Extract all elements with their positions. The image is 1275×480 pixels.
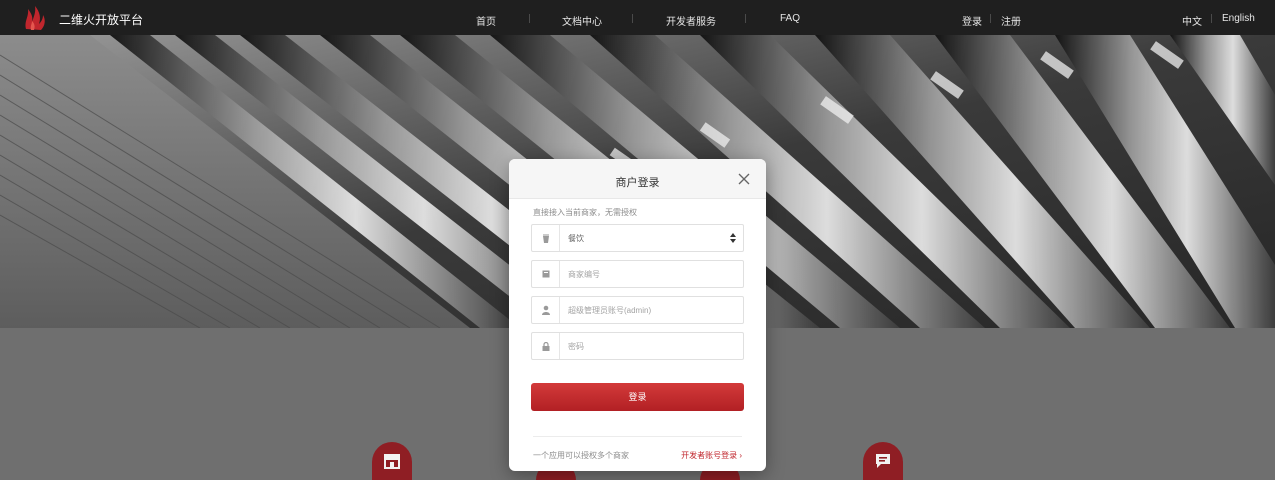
footer-divider xyxy=(533,436,742,437)
nav-login[interactable]: 登录 xyxy=(962,13,982,28)
login-button[interactable]: 登录 xyxy=(531,383,744,411)
message-icon[interactable] xyxy=(863,442,903,480)
footer-note: 一个应用可以授权多个商家 xyxy=(533,451,629,460)
store-icon[interactable] xyxy=(372,442,412,480)
logo-flame-icon[interactable] xyxy=(20,3,50,33)
merchant-id-field[interactable] xyxy=(531,260,744,288)
admin-account-input[interactable] xyxy=(568,302,738,318)
brand-name[interactable]: 二维火开放平台 xyxy=(59,11,143,28)
developer-login-link[interactable]: 开发者账号登录 › xyxy=(681,450,742,461)
modal-title: 商户登录 xyxy=(615,177,660,189)
lang-chinese[interactable]: 中文 xyxy=(1182,13,1202,28)
nav-divider xyxy=(1211,14,1212,23)
admin-account-field[interactable] xyxy=(531,296,744,324)
lock-icon xyxy=(532,333,560,359)
select-arrows-icon xyxy=(730,233,736,243)
nav-developer-services[interactable]: 开发者服务 xyxy=(666,13,716,28)
modal-header: 商户登录 xyxy=(509,159,766,199)
nav-divider xyxy=(632,14,633,23)
merchant-id-input[interactable] xyxy=(568,266,738,282)
nav-divider xyxy=(990,14,991,23)
nav-faq[interactable]: FAQ xyxy=(780,13,800,24)
nav-docs[interactable]: 文档中心 xyxy=(562,13,602,28)
cup-icon xyxy=(532,225,560,251)
user-icon xyxy=(532,297,560,323)
lang-english[interactable]: English xyxy=(1222,13,1255,24)
top-navbar: 二维火开放平台 首页 文档中心 开发者服务 FAQ 登录 注册 中文 Engli… xyxy=(0,0,1275,35)
card-icon xyxy=(532,261,560,287)
merchant-login-modal: 商户登录 直接接入当前商家，无需授权 餐饮 登 xyxy=(509,159,766,471)
nav-home[interactable]: 首页 xyxy=(476,13,496,28)
industry-select[interactable]: 餐饮 xyxy=(531,224,744,252)
login-hint: 直接接入当前商家，无需授权 xyxy=(533,208,637,217)
close-icon[interactable] xyxy=(737,172,751,186)
nav-divider xyxy=(745,14,746,23)
password-input[interactable] xyxy=(568,338,738,354)
nav-divider xyxy=(529,14,530,23)
nav-register[interactable]: 注册 xyxy=(1001,13,1021,28)
password-field[interactable] xyxy=(531,332,744,360)
industry-value: 餐饮 xyxy=(568,234,584,243)
